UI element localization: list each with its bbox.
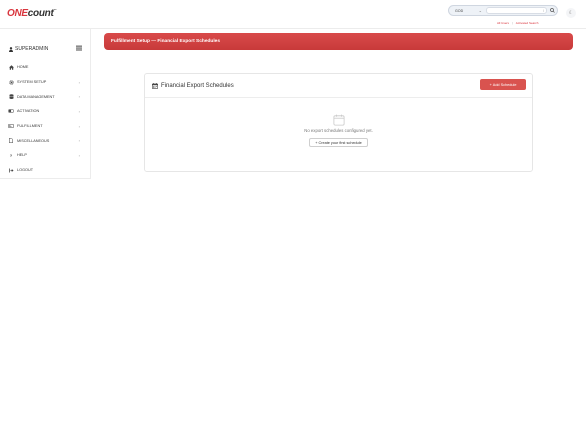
chevron-right-icon: ›	[78, 79, 80, 85]
sidebar-menu: HOME SYSTEM SETUP › DATA MANAGEMENT › AC…	[0, 60, 90, 178]
empty-state: No export schedules configured yet. + Cr…	[145, 114, 532, 147]
sidebar-user: SUPERADMIN	[9, 46, 48, 52]
plus-icon: +	[489, 82, 492, 87]
create-schedule-label: Create your first schedule	[318, 140, 362, 145]
card-title-text: Financial Export Schedules	[161, 82, 234, 89]
chevron-right-icon: ›	[78, 123, 80, 129]
card-header: Financial Export Schedules + Add Schedul…	[145, 74, 532, 98]
chevron-right-icon: ›	[78, 94, 80, 100]
sidebar-item-system-setup[interactable]: SYSTEM SETUP ›	[0, 75, 90, 90]
sidebar-item-label: LOGOUT	[17, 168, 34, 173]
card-title: Financial Export Schedules	[152, 82, 234, 89]
chevron-right-icon: ›	[78, 138, 80, 144]
page-title: Fulfillment Setup — Financial Export Sch…	[111, 39, 221, 44]
quick-links: All Users | Activated Search	[497, 21, 538, 25]
search-icon	[550, 8, 555, 13]
database-icon	[8, 94, 14, 100]
activated-search-link[interactable]: Activated Search	[516, 21, 539, 25]
home-icon	[8, 65, 14, 70]
global-search: GOD ⌄ /	[448, 5, 558, 16]
sidebar-item-logout[interactable]: LOGOUT	[0, 163, 90, 178]
sidebar-item-label: HELP	[17, 153, 27, 158]
sidebar-item-label: DATA MANAGEMENT	[17, 94, 55, 99]
sidebar-item-home[interactable]: HOME	[0, 60, 90, 75]
gear-icon	[8, 79, 14, 85]
sidebar-item-label: MISCELLANEOUS	[17, 138, 50, 143]
sidebar-item-label: SYSTEM SETUP	[17, 80, 47, 85]
chevron-right-icon: ›	[78, 152, 80, 158]
menu-icon	[76, 45, 82, 51]
sidebar: SUPERADMIN HOME SYSTEM SETUP › DATA MANA…	[0, 29, 91, 179]
file-icon	[8, 138, 14, 144]
search-mode-value: GOD	[455, 8, 464, 13]
add-schedule-button[interactable]: + Add Schedule	[480, 79, 526, 90]
toggle-icon	[8, 109, 14, 114]
sidebar-item-label: FULFILLMENT	[17, 124, 43, 129]
search-shortcut-hint: /	[543, 8, 544, 13]
sidebar-username: SUPERADMIN	[15, 46, 49, 52]
calendar-empty-icon	[333, 114, 344, 126]
onecount-logo[interactable]: ONEcount™	[7, 8, 56, 19]
search-input[interactable]: /	[486, 7, 547, 14]
export-schedules-card: Financial Export Schedules + Add Schedul…	[144, 73, 533, 172]
sidebar-toggle-button[interactable]	[76, 45, 82, 51]
top-header: ONEcount™ GOD ⌄ / All Users | Activated Se…	[0, 0, 586, 29]
search-button[interactable]	[548, 6, 557, 15]
search-mode-select[interactable]: GOD ⌄	[449, 6, 485, 15]
sidebar-item-label: ACTIVATION	[17, 109, 40, 114]
sidebar-item-fulfillment[interactable]: FULFILLMENT ›	[0, 119, 90, 134]
link-separator: |	[512, 21, 513, 25]
empty-state-text: No export schedules configured yet.	[304, 128, 373, 133]
chevron-right-icon: ›	[78, 108, 80, 114]
user-icon	[9, 46, 13, 52]
sidebar-item-activation[interactable]: ACTIVATION ›	[0, 104, 90, 119]
moon-icon: ☾	[568, 10, 574, 16]
sidebar-item-help[interactable]: ? HELP ›	[0, 148, 90, 163]
plus-icon: +	[315, 140, 318, 145]
logout-icon	[8, 168, 14, 173]
chevron-down-icon: ⌄	[478, 8, 482, 13]
truck-icon	[8, 124, 14, 129]
all-users-link[interactable]: All Users	[497, 21, 509, 25]
add-schedule-label: Add Schedule	[492, 82, 517, 87]
question-icon: ?	[9, 152, 13, 158]
sidebar-item-data-management[interactable]: DATA MANAGEMENT ›	[0, 89, 90, 104]
sidebar-item-label: HOME	[17, 65, 29, 70]
calendar-icon	[152, 82, 158, 89]
sidebar-item-miscellaneous[interactable]: MISCELLANEOUS ›	[0, 133, 90, 148]
theme-toggle-button[interactable]: ☾	[566, 8, 576, 18]
page-header: Fulfillment Setup — Financial Export Sch…	[104, 33, 573, 50]
create-first-schedule-button[interactable]: + Create your first schedule	[309, 138, 368, 147]
